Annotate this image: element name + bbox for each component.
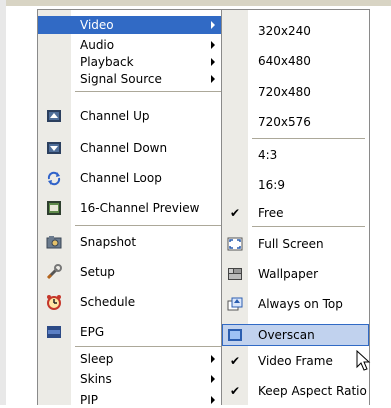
- submenu-arrow-icon: [211, 21, 215, 29]
- submenu-item-320x240[interactable]: 320x240: [222, 22, 369, 40]
- menu-item-label: Channel Loop: [80, 171, 162, 185]
- submenu-item-label: 4:3: [258, 148, 278, 162]
- menu-item-label: Playback: [80, 55, 134, 69]
- menu-item-label: 16-Channel Preview: [80, 201, 200, 215]
- checkmark-icon: ✔: [230, 384, 241, 398]
- submenu-item-label: Full Screen: [258, 237, 324, 251]
- submenu-item-label: 720x480: [258, 85, 311, 99]
- menu-separator: [252, 226, 365, 227]
- submenu-arrow-icon: [211, 396, 215, 404]
- submenu-item-full-screen[interactable]: Full Screen: [222, 234, 369, 254]
- menu-item-epg[interactable]: EPG: [38, 322, 223, 342]
- submenu-item-label: 720x576: [258, 115, 311, 129]
- menu-item-channel-down[interactable]: Channel Down: [38, 138, 223, 158]
- channel-down-icon: [47, 142, 61, 154]
- submenu-item-label: 16:9: [258, 178, 285, 192]
- submenu-item-label: Free: [258, 206, 284, 220]
- menu-item-label: Sleep: [80, 352, 114, 366]
- wallpaper-icon: [228, 268, 242, 280]
- submenu-item-label: Overscan: [258, 328, 315, 342]
- submenu-item-label: Wallpaper: [258, 267, 319, 281]
- submenu-arrow-icon: [211, 375, 215, 383]
- menu-item-label: Channel Down: [80, 141, 168, 155]
- checkmark-icon: ✔: [230, 206, 241, 220]
- menu-separator: [75, 91, 221, 92]
- menu-item-label: Schedule: [80, 295, 136, 309]
- menu-item-label: Snapshot: [80, 235, 137, 249]
- submenu-item-aspect-16-9[interactable]: 16:9: [222, 176, 369, 194]
- menu-item-label: Audio: [80, 38, 115, 52]
- submenu-item-free[interactable]: ✔ Free: [222, 204, 369, 222]
- menu-item-video[interactable]: Video: [38, 16, 223, 34]
- menu-item-setup[interactable]: Setup: [38, 262, 223, 282]
- alarm-clock-icon: [47, 295, 61, 310]
- channel-loop-icon: [47, 171, 61, 186]
- menu-item-label: Signal Source: [80, 72, 162, 86]
- submenu-item-video-frame[interactable]: ✔ Video Frame: [222, 350, 369, 372]
- submenu-item-640x480[interactable]: 640x480: [222, 52, 369, 70]
- checkmark-icon: ✔: [230, 354, 241, 368]
- menu-item-audio[interactable]: Audio: [38, 37, 223, 53]
- submenu-item-label: 320x240: [258, 24, 311, 38]
- menu-item-16-channel-preview[interactable]: 16-Channel Preview: [38, 198, 223, 218]
- epg-icon: [47, 326, 61, 338]
- camera-icon: [46, 236, 62, 249]
- menu-item-label: Channel Up: [80, 109, 150, 123]
- video-submenu: 320x240 640x480 720x480 720x576 4:3 16:9…: [221, 9, 370, 405]
- submenu-item-label: Video Frame: [258, 354, 333, 368]
- menu-item-channel-up[interactable]: Channel Up: [38, 106, 223, 126]
- menu-item-label: EPG: [80, 325, 105, 339]
- menu-separator: [75, 225, 221, 226]
- sixteen-channel-icon: [47, 201, 61, 215]
- submenu-arrow-icon: [211, 58, 215, 66]
- menu-item-label: Setup: [80, 265, 115, 279]
- menu-item-schedule[interactable]: Schedule: [38, 292, 223, 312]
- background-window-edge: [0, 0, 391, 6]
- menu-item-signal-source[interactable]: Signal Source: [38, 71, 223, 87]
- menu-item-snapshot[interactable]: Snapshot: [38, 232, 223, 252]
- submenu-item-aspect-4-3[interactable]: 4:3: [222, 146, 369, 164]
- tools-icon: [46, 264, 62, 280]
- menu-item-label: Skins: [80, 372, 112, 386]
- menu-separator: [252, 138, 365, 139]
- submenu-item-720x480[interactable]: 720x480: [222, 83, 369, 101]
- menu-item-pip[interactable]: PIP: [38, 391, 223, 408]
- menu-separator: [75, 346, 221, 347]
- mouse-pointer-icon: [356, 350, 371, 371]
- context-menu: Video Audio Playback Signal Source Chann…: [37, 9, 224, 408]
- submenu-item-720x576[interactable]: 720x576: [222, 113, 369, 131]
- always-on-top-icon: [227, 297, 243, 311]
- submenu-arrow-icon: [211, 355, 215, 363]
- overscan-icon: [228, 329, 242, 341]
- menu-item-skins[interactable]: Skins: [38, 370, 223, 387]
- menu-item-playback[interactable]: Playback: [38, 54, 223, 70]
- submenu-item-label: Always on Top: [258, 297, 343, 311]
- submenu-arrow-icon: [211, 75, 215, 83]
- submenu-arrow-icon: [211, 41, 215, 49]
- submenu-item-always-on-top[interactable]: Always on Top: [222, 294, 369, 314]
- menu-item-channel-loop[interactable]: Channel Loop: [38, 168, 223, 188]
- menu-item-sleep[interactable]: Sleep: [38, 350, 223, 367]
- submenu-item-overscan[interactable]: Overscan: [222, 324, 369, 346]
- submenu-item-label: 640x480: [258, 54, 311, 68]
- menu-item-label: Video: [80, 18, 114, 32]
- fullscreen-icon: [227, 237, 243, 251]
- submenu-item-label: Keep Aspect Ratio: [258, 384, 367, 398]
- channel-up-icon: [47, 110, 61, 122]
- submenu-item-keep-aspect-ratio[interactable]: ✔ Keep Aspect Ratio: [222, 380, 369, 402]
- submenu-item-wallpaper[interactable]: Wallpaper: [222, 264, 369, 284]
- background-window-edge: [0, 0, 6, 405]
